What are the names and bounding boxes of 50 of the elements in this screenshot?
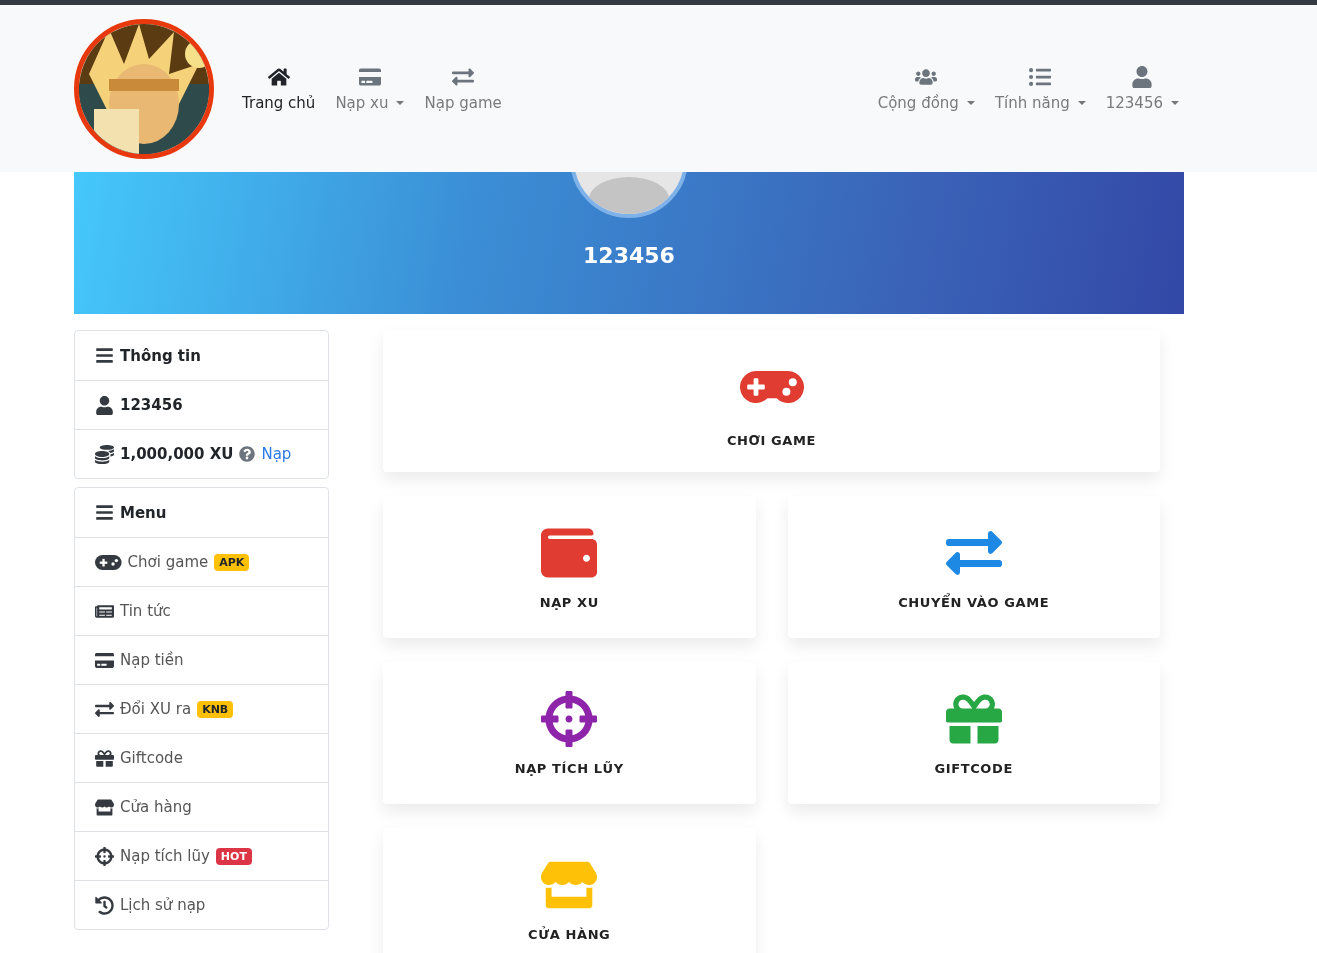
badge: KNB [197,700,234,718]
nav-link[interactable]: Nạp xu [327,65,413,112]
card-title: Thông tin [120,346,201,365]
arrows-icon [452,65,475,88]
nav-link[interactable]: Cộng đồng [869,65,983,112]
nav-link[interactable]: Tính năng [986,65,1094,112]
gamepad-icon [95,552,122,572]
balance: 1,000,000 XU [120,445,234,463]
nav-link[interactable]: Nạp game [416,65,510,112]
banner-username: 123456 [583,243,675,268]
menu-item[interactable]: Chơi game [127,553,209,571]
home-icon [267,65,290,88]
caret-icon [1171,101,1179,105]
store-icon [95,797,114,817]
feature-tile[interactable]: CHUYỂN VÀO GAME [787,496,1160,638]
menu-item[interactable]: Nạp tiền [120,651,184,669]
menu-item[interactable]: Giftcode [120,749,183,767]
coins-icon [95,444,114,464]
caret-icon [396,101,405,105]
card-icon [358,65,381,88]
nav-link[interactable]: 123456 [1097,65,1187,112]
menu-item[interactable]: Tin tức [120,602,171,620]
feature-tile[interactable]: NẠP TÍCH LŨY [383,662,756,804]
gift-icon [95,748,114,768]
badge: HOT [215,847,252,865]
menu-item[interactable]: Nạp tích lũy [120,847,210,865]
menu-icon [95,346,114,365]
badge: APK [214,553,250,571]
feature-tile[interactable]: NẠP XU [383,496,756,638]
list-icon [1029,65,1052,88]
card-icon [95,650,114,670]
menu-icon [95,503,114,522]
feature-tile[interactable]: CHƠI GAME [383,330,1160,472]
caret-icon [1077,101,1086,105]
nav-link[interactable]: Trang chủ [234,65,324,112]
feature-tile[interactable]: CỬA HÀNG [383,828,756,953]
help-icon[interactable] [239,446,256,462]
username: 123456 [120,396,183,414]
feature-tile[interactable]: GIFTCODE [787,662,1160,804]
crosshairs-icon [95,846,114,866]
caret-icon [966,101,975,105]
menu-item[interactable]: Lịch sử nạp [120,896,206,914]
user-icon [95,395,114,415]
topup-link[interactable]: Nạp [261,445,292,463]
user-icon [1131,65,1154,88]
arrows-icon [95,699,114,719]
menu-item[interactable]: Đổi XU ra [120,700,192,718]
menu-item[interactable]: Cửa hàng [120,798,192,816]
card-title: Menu [120,503,167,522]
history-icon [95,895,114,915]
